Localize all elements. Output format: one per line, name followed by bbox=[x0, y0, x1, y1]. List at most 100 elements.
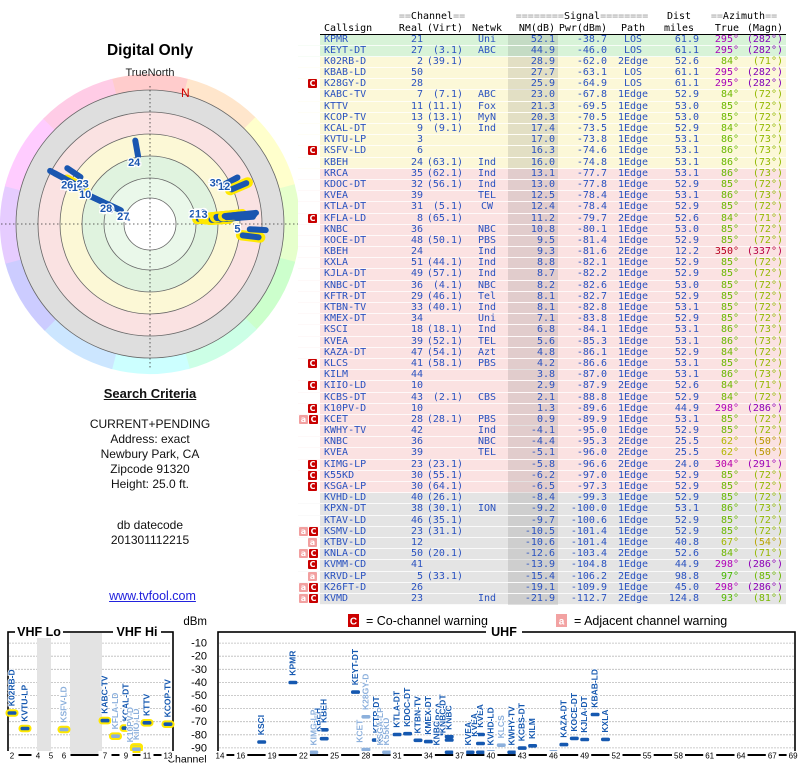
channel-number-label: 3 bbox=[201, 209, 207, 221]
search-criteria-heading: Search Criteria bbox=[103, 386, 197, 401]
channel-tick-label: 40 bbox=[486, 752, 495, 761]
signal-bar bbox=[528, 744, 538, 748]
channel-number-label: 24 bbox=[128, 157, 141, 169]
station-marker bbox=[237, 209, 259, 218]
adjacent-channel-warning-icon: a bbox=[299, 582, 308, 592]
signal-bar bbox=[507, 750, 517, 755]
bar-callsign-label: KXLA bbox=[600, 709, 610, 732]
signal-bar bbox=[132, 747, 141, 751]
channel-tick-label: 14 bbox=[216, 752, 225, 761]
channel-tick-label: 13 bbox=[164, 752, 173, 761]
channel-tick-label: 9 bbox=[124, 752, 129, 761]
table-row: C KVMM-CD 41 -13.9 -104.8 1Edge 44.9 298… bbox=[298, 560, 786, 572]
bar-callsign-label: K10PV-D bbox=[125, 707, 135, 742]
table-row: a KRVD-LP 5 (33.1) -15.4 -106.2 2Edge 98… bbox=[298, 571, 786, 583]
channel-number-label: 26 bbox=[61, 180, 73, 192]
bar-callsign-label: KTLA-DT bbox=[392, 690, 402, 728]
bar-callsign-label: KVTU-LP bbox=[20, 685, 30, 722]
signal-bar bbox=[163, 722, 173, 726]
bar-callsign-label: KABC-TV bbox=[100, 675, 110, 714]
bar-callsign-label: KVHD-LD bbox=[485, 707, 495, 745]
bar-callsign-label: KVEA bbox=[463, 722, 473, 746]
signal-strength-chart: C = Co-channel warning a = Adjacent chan… bbox=[0, 610, 800, 768]
channel-tick-label: 37 bbox=[455, 752, 464, 761]
signal-bar bbox=[569, 736, 579, 741]
dbm-axis-label: dBm bbox=[183, 616, 207, 628]
signal-bar bbox=[351, 690, 360, 694]
dbm-tick-label: -30 bbox=[191, 664, 207, 676]
co-channel-warning-icon: C bbox=[308, 381, 317, 391]
polar-svg: 2127 25028 71113932410363923 1241526Digital… bbox=[0, 42, 302, 374]
table-column-header: Callsign Real (Virt) Netwk NM(dB) Pwr(dBm) P… bbox=[298, 23, 786, 35]
channel-tick-label: 58 bbox=[674, 752, 683, 761]
adjacent-channel-warning-icon: a bbox=[299, 593, 308, 603]
site-link-wrap: www.tvfool.com bbox=[0, 589, 305, 603]
channel-tick-label: 22 bbox=[299, 752, 308, 761]
azimuth-polar-chart: 21 27 2 50 28 7 11 13 9 3 24 10 36 39 23 12 41 5 26 Digital… bbox=[0, 28, 308, 380]
channel-tick-label: 34 bbox=[424, 752, 433, 761]
co-channel-legend-text: = Co-channel warning bbox=[366, 614, 488, 628]
dbm-tick-label: -70 bbox=[191, 716, 207, 728]
bar-callsign-label: KPMR bbox=[287, 651, 297, 676]
adjacent-legend-text: = Adjacent channel warning bbox=[574, 614, 727, 628]
signal-bar bbox=[476, 741, 485, 746]
table-row: KSCI 18 (18.1) Ind 6.8 -84.1 1Edge 53.1 … bbox=[298, 325, 786, 337]
table-row: KTLA-DT 31 (5.1) CW 12.4 -78.4 1Edge 52.… bbox=[298, 202, 786, 214]
signal-bar bbox=[496, 743, 506, 747]
criteria-city: Newbury Park, CA bbox=[100, 447, 200, 461]
bar-callsign-label: KSFV-LD bbox=[59, 686, 69, 722]
station-marker bbox=[132, 137, 142, 160]
table-row: KPXN-DT 38 (30.1) ION -9.2 -100.0 1Edge … bbox=[298, 504, 786, 516]
criteria-mode: CURRENT+PENDING bbox=[89, 417, 211, 431]
bar-callsign-label: KAZA-DT bbox=[558, 699, 568, 738]
channel-tick-label: 49 bbox=[580, 752, 589, 761]
channel-tick-label: 55 bbox=[643, 752, 652, 761]
spectrum-gap-band bbox=[70, 633, 102, 754]
dbm-tick-label: -80 bbox=[191, 729, 207, 741]
search-criteria: Search Criteria CURRENT+PENDING Address:… bbox=[40, 386, 260, 548]
table-row: C KFLA-LD 8 (65.1) 11.2 -79.7 2Edge 52.6… bbox=[298, 213, 786, 225]
signal-bar bbox=[444, 734, 454, 739]
co-channel-warning-icon: C bbox=[309, 526, 318, 536]
db-datecode: db datecode 201301112215 bbox=[40, 518, 260, 548]
adjacent-legend-letter: a bbox=[559, 617, 565, 628]
signal-bar bbox=[559, 742, 569, 747]
bar-callsign-label: KJLA-DT bbox=[579, 696, 589, 733]
north-compass-letter: N bbox=[181, 86, 190, 100]
co-channel-warning-icon: C bbox=[309, 582, 318, 592]
tvfool-link[interactable]: www.tvfool.com bbox=[109, 589, 196, 603]
bar-callsign-label: KCOP-TV bbox=[163, 679, 173, 718]
signal-bar bbox=[580, 737, 590, 742]
co-channel-warning-icon: C bbox=[308, 213, 317, 223]
polar-chart-title: Digital Only bbox=[107, 42, 194, 59]
bar-callsign-label: KSGA-LP bbox=[375, 707, 385, 746]
signal-bar bbox=[100, 718, 110, 723]
bar-callsign-label: KLCS bbox=[496, 715, 506, 738]
co-channel-warning-icon: C bbox=[309, 414, 318, 424]
bar-callsign-label: KDOC-DT bbox=[402, 687, 412, 727]
bar-callsign-label: KTBN-TV bbox=[413, 696, 423, 734]
co-channel-warning-icon: C bbox=[308, 459, 317, 469]
signal-bar bbox=[20, 726, 30, 731]
tvfool-report-page: { "polar": { "title": "Digital Only", "n… bbox=[0, 0, 800, 768]
channel-tick-label: 69 bbox=[789, 752, 798, 761]
signal-bar bbox=[142, 721, 152, 725]
table-group-header: ==Channel== ========Signal======== Dist … bbox=[398, 11, 778, 22]
station-marker bbox=[246, 226, 269, 234]
channel-tick-label: 61 bbox=[705, 752, 714, 761]
table-row: C KIIO-LD 10 2.9 -87.9 2Edge 52.6 84° (7… bbox=[298, 381, 786, 393]
channel-number-label: 5 bbox=[234, 224, 240, 236]
channel-number-label: 23 bbox=[77, 179, 89, 191]
signal-bar bbox=[288, 680, 298, 685]
table-row: KVEA 39 TEL -5.1 -96.0 2Edge 25.5 62° (5… bbox=[298, 448, 786, 460]
signal-bar bbox=[444, 738, 454, 742]
spectrum-gap-band bbox=[37, 633, 51, 754]
bar-callsign-label: KBAB-LD bbox=[590, 669, 600, 708]
signal-bar bbox=[444, 750, 454, 755]
bar-callsign-label: KILM bbox=[527, 718, 537, 739]
channel-number-label: 12 bbox=[218, 181, 230, 193]
channel-tick-label: 52 bbox=[612, 752, 621, 761]
criteria-zipcode: Zipcode 91320 bbox=[110, 462, 190, 476]
signal-bar bbox=[465, 750, 475, 755]
adjacent-channel-warning-icon: a bbox=[299, 549, 308, 559]
